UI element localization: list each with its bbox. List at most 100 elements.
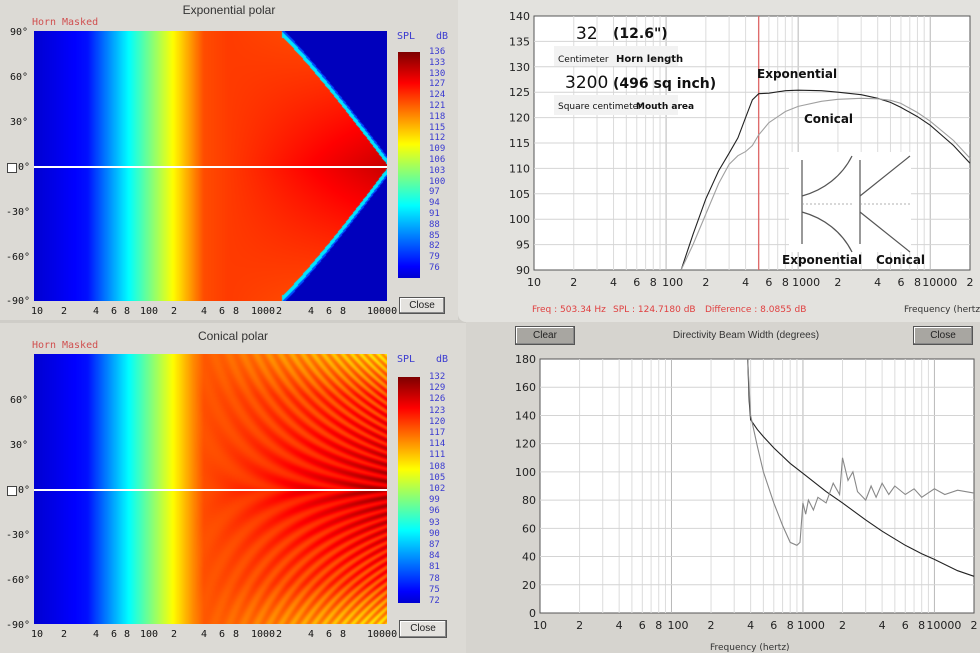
- scale-label: 72: [429, 596, 440, 606]
- y-tick-label: 135: [509, 35, 530, 48]
- scale-label: 96: [429, 506, 440, 517]
- scale-label: 76: [429, 263, 440, 273]
- zero-degree-checkbox[interactable]: [7, 163, 17, 173]
- x-label: 2: [61, 306, 68, 317]
- mouth-area-inches: (496 sq inch): [613, 76, 716, 92]
- x-label: 6: [326, 629, 333, 640]
- exponential-curve-label: Exponential: [757, 67, 837, 81]
- y-tick-label: 125: [509, 86, 530, 99]
- y-label: 60°: [10, 395, 29, 406]
- legend-masked: Masked: [62, 17, 99, 28]
- scale-label: 87: [429, 540, 440, 550]
- y-tick-label: 180: [515, 353, 536, 366]
- x-label: 1000: [251, 306, 276, 317]
- scale-label: 108: [429, 461, 446, 472]
- y-label: -30°: [6, 207, 31, 218]
- y-tick-labels: 1401351301251201151101051009590: [509, 10, 530, 277]
- scale-label: 133: [429, 57, 446, 68]
- y-label: 0°: [18, 485, 31, 496]
- zero-degree-line: [34, 489, 387, 491]
- exponential-polar-window: Exponential polar Horn Masked 90° 60° 30…: [0, 0, 458, 320]
- x-label: 8: [340, 306, 347, 317]
- scale-label: 103: [429, 165, 446, 176]
- y-label: 30°: [10, 440, 29, 451]
- y-tick-label: 100: [509, 213, 530, 226]
- x-tick-label: 8: [914, 276, 921, 289]
- x-label: 2: [61, 629, 68, 640]
- y-tick-label: 105: [509, 188, 530, 201]
- y-label: -90°: [6, 296, 31, 307]
- x-label: 2: [171, 306, 178, 317]
- y-tick-label: 40: [522, 551, 536, 564]
- x-tick-label: 10000: [926, 619, 961, 632]
- x-tick-label: 4: [610, 276, 617, 289]
- scale-label: 97: [429, 187, 440, 198]
- horn-length-unit: Centimeter: [558, 55, 609, 65]
- x-tick-label: 6: [633, 276, 640, 289]
- x-tick-label: 1000: [792, 276, 820, 289]
- zero-degree-checkbox[interactable]: [7, 486, 17, 496]
- legend-horn: Horn: [32, 340, 57, 351]
- x-tick-label: 6: [765, 276, 772, 289]
- scale-label: 100: [429, 176, 446, 187]
- conical-curve-label: Conical: [804, 112, 853, 126]
- scale-label: 111: [429, 450, 446, 461]
- scale-label: 99: [429, 495, 440, 506]
- x-tick-label: 8: [782, 276, 789, 289]
- scale-label: 85: [429, 230, 440, 241]
- x-label: 2: [276, 306, 283, 317]
- x-label: 6: [111, 629, 118, 640]
- scale-label: 91: [429, 209, 440, 219]
- y-tick-labels: 180160140120100806040200: [515, 353, 536, 620]
- color-scale-bar: [398, 377, 420, 603]
- db-label: dB: [436, 31, 449, 42]
- x-label: 4: [93, 306, 100, 317]
- x-label: 10: [31, 306, 44, 317]
- x-tick-label: 2: [971, 619, 978, 632]
- plot-area: [539, 358, 975, 614]
- x-label: 4: [93, 629, 100, 640]
- y-tick-label: 20: [522, 579, 536, 592]
- close-button[interactable]: Close: [399, 620, 447, 638]
- x-tick-label: 6: [897, 276, 904, 289]
- scale-label: 129: [429, 383, 446, 394]
- x-tick-label: 4: [742, 276, 749, 289]
- x-label: 10000: [367, 306, 398, 317]
- x-tick-label: 8: [650, 276, 657, 289]
- scale-label: 106: [429, 155, 446, 165]
- x-axis-label: Frequency (hertz): [904, 305, 980, 315]
- y-label: -60°: [6, 575, 31, 586]
- legend-masked: Masked: [62, 340, 99, 351]
- scale-label: 120: [429, 416, 446, 427]
- horn-length-inches: (12.6"): [613, 26, 668, 42]
- x-label: 10000: [367, 629, 398, 640]
- x-tick-label: 2: [576, 619, 583, 632]
- x-label: 4: [308, 306, 315, 317]
- close-button[interactable]: Close: [399, 297, 445, 314]
- spl-label: SPL: [397, 354, 416, 365]
- horn-shape-inset-icon: [789, 152, 911, 253]
- x-tick-label: 10: [533, 619, 547, 632]
- y-tick-label: 130: [509, 61, 530, 74]
- scale-label: 90: [429, 528, 440, 539]
- beam-width-chart[interactable]: 180160140120100806040200 10 2 4 6 8 100 2 4 6 8 10…: [466, 322, 980, 653]
- mouth-area-value: 3200: [565, 73, 608, 93]
- db-label: dB: [436, 354, 449, 365]
- spl-response-chart[interactable]: 1401351301251201151101051009590 10 2 4 6 8 10…: [458, 0, 980, 322]
- status-frequency: Freq : 503.34 Hz: [532, 305, 606, 315]
- y-tick-label: 95: [516, 239, 530, 252]
- x-tick-label: 4: [747, 619, 754, 632]
- conical-polar-window: Conical polar Horn Masked 60° 30° 0° -30…: [0, 323, 466, 653]
- y-tick-label: 80: [522, 494, 536, 507]
- mouth-area-unit: Square centimeter: [558, 102, 642, 112]
- y-label: -60°: [6, 252, 31, 263]
- x-label: 8: [340, 629, 347, 640]
- scale-label: 81: [429, 562, 440, 573]
- x-tick-label: 6: [639, 619, 646, 632]
- x-label: 100: [140, 306, 159, 317]
- x-label: 4: [308, 629, 315, 640]
- horn-length-caption: Horn length: [616, 54, 683, 65]
- scale-label: 123: [429, 405, 446, 416]
- x-label: 4: [201, 306, 208, 317]
- x-tick-label: 2: [570, 276, 577, 289]
